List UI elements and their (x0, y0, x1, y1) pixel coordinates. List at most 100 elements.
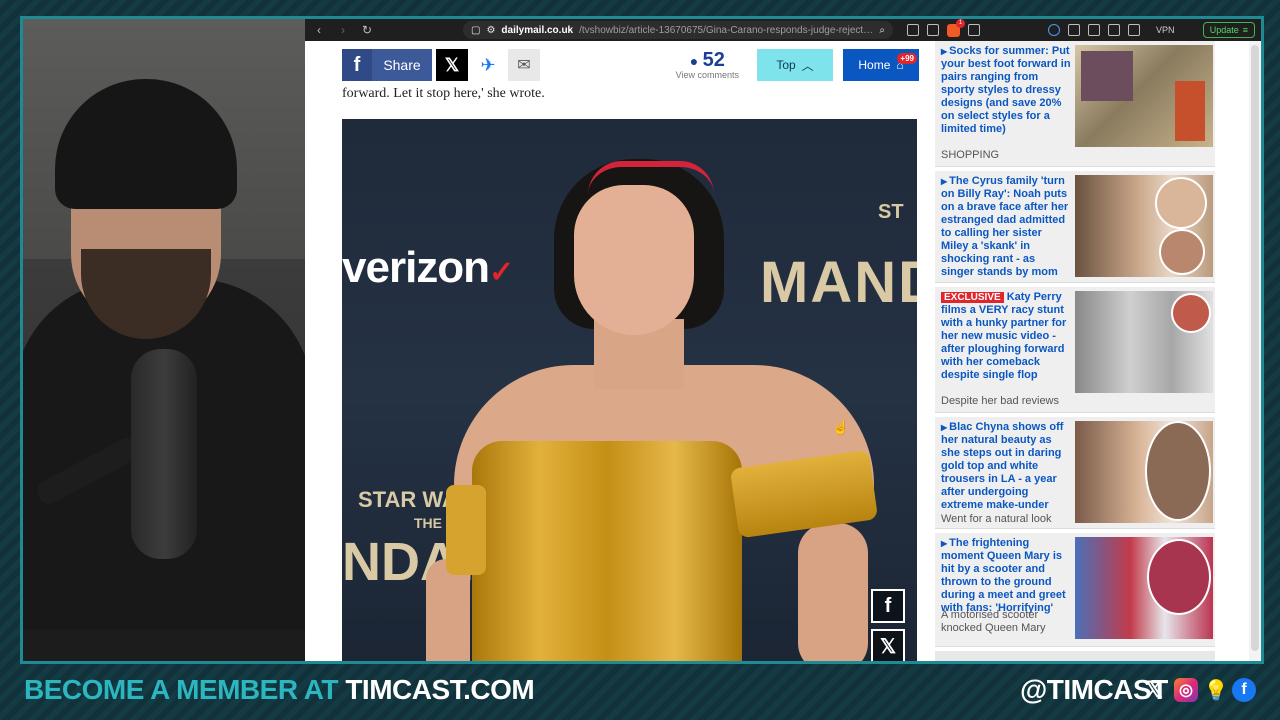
member-banner: BECOME A MEMBER AT TIMCAST.COM (24, 674, 535, 705)
update-button[interactable]: Update ≡ (1202, 22, 1255, 38)
webcam-feed (23, 19, 305, 661)
sidebar-item-title: Socks for summer: Put your best foot for… (941, 45, 1071, 135)
sidebar-item-title: Katy Perry films a VERY racy stunt with … (941, 291, 1067, 381)
sidebar-item-image[interactable] (1075, 291, 1213, 393)
sidebar-item[interactable]: EXCLUSIVE Katy Perry films a VERY racy st… (935, 287, 1215, 413)
profile-icon[interactable] (1048, 24, 1060, 36)
sidebar-item-image[interactable] (1075, 421, 1213, 523)
page-scrollbar[interactable] (1249, 41, 1261, 661)
top-button[interactable]: Top ︿ (757, 49, 833, 81)
sidebar-item-image[interactable] (1075, 45, 1213, 147)
lightbulb-icon: 💡 (1203, 679, 1229, 702)
address-bar[interactable]: ▢ ⚙ dailymail.co.uk/tvshowbiz/article-13… (463, 21, 893, 39)
sidebar-item-title: The frightening moment Queen Mary is hit… (941, 537, 1066, 614)
x-icon: 𝕏 (444, 54, 460, 75)
inset-photo (1159, 229, 1205, 275)
sidebar-item[interactable]: ▶ Blac Chyna shows off her natural beauty… (935, 417, 1215, 529)
subject-face (574, 185, 694, 335)
sidebar-item-title: The Cyrus family 'turn on Billy Ray': No… (941, 175, 1069, 278)
top-label: Top (776, 58, 796, 72)
home-button[interactable]: Home ⌂ +99 (843, 49, 919, 81)
backdrop-the-text: THE (414, 515, 442, 531)
sock-box (1175, 81, 1205, 141)
url-path: /tvshowbiz/article-13670675/Gina-Carano-… (579, 24, 873, 36)
article-text: forward. Let it stop here,' she wrote. (342, 86, 545, 101)
triangle-icon: ▶ (941, 423, 948, 432)
sidebar-item-subtitle: A motorised scooter knocked Queen Mary (941, 609, 1046, 634)
inset-photo (1145, 421, 1211, 521)
view-comments-link[interactable]: View comments (676, 71, 739, 80)
comment-bubble-icon: ● (689, 53, 699, 69)
update-label: Update (1209, 25, 1239, 35)
x-share-button[interactable]: 𝕏 (436, 49, 468, 81)
url-host: dailymail.co.uk (501, 24, 574, 36)
microphone (131, 349, 197, 559)
brave-badge: 1 (956, 19, 965, 28)
home-label: Home (858, 58, 891, 72)
sidebar-item-title: Blac Chyna shows off her natural beauty … (941, 421, 1064, 511)
sidebar-item-subtitle: Despite her bad reviews (941, 395, 1060, 407)
image-x-share[interactable]: 𝕏 (871, 629, 905, 661)
sidebar-item[interactable]: ▶ The Cyrus family 'turn on Billy Ray': N… (935, 171, 1215, 283)
facebook-icon: f (884, 594, 892, 617)
triangle-icon: ▶ (941, 539, 948, 548)
sidebar-item-image[interactable] (1075, 175, 1213, 277)
back-icon[interactable]: ‹ (311, 22, 327, 38)
share-bar: f Share 𝕏 ✈ ✉ ● 52 View comments Top ︿ H… (342, 49, 919, 81)
vpn-button[interactable]: VPN (1156, 25, 1175, 35)
zoom-icon[interactable]: ⌕ (879, 25, 885, 36)
reader-icon[interactable] (907, 24, 919, 36)
messenger-icon: ✈ (480, 54, 496, 75)
brave-shields-icon[interactable]: 1 (947, 19, 965, 37)
sidebar-item[interactable] (935, 651, 1215, 661)
messenger-share-button[interactable]: ✈ (472, 49, 504, 81)
backdrop-mando-text: MAND (760, 250, 917, 315)
share-page-icon[interactable] (927, 24, 939, 36)
sidebar-item-image[interactable] (1075, 537, 1213, 639)
instagram-icon: ◎ (1174, 678, 1198, 702)
sidebar-item-subtitle: Went for a natural look (941, 513, 1052, 525)
browser-window: ‹ › ↻ ▢ ⚙ dailymail.co.uk/tvshowbiz/arti… (305, 19, 1261, 661)
window-icon[interactable] (1128, 24, 1140, 36)
subject-arm-right (798, 523, 868, 661)
x-icon: 𝕏 (879, 635, 897, 658)
home-badge: +99 (897, 53, 917, 64)
sock-pack (1081, 51, 1133, 101)
member-site: TIMCAST.COM (345, 674, 535, 705)
scrollbar-thumb[interactable] (1251, 45, 1259, 651)
bookmark-icon[interactable]: ▢ (471, 25, 480, 36)
email-share-button[interactable]: ✉ (508, 49, 540, 81)
wallet-icon[interactable] (1108, 24, 1120, 36)
sidebar-item[interactable]: ▶ The frightening moment Queen Mary is hi… (935, 533, 1215, 647)
inset-photo (1147, 539, 1211, 615)
x-icon: 𝕏 (1145, 677, 1163, 702)
subject-gown (472, 441, 742, 661)
subject-headband (588, 161, 714, 195)
tabs-icon[interactable] (1088, 24, 1100, 36)
inset-photo (1155, 177, 1207, 229)
menu-icon: ≡ (1242, 25, 1248, 35)
web-page: f Share 𝕏 ✈ ✉ ● 52 View comments Top ︿ H… (305, 41, 1261, 661)
exclusive-badge: EXCLUSIVE (941, 292, 1004, 303)
desk-edge (23, 629, 305, 661)
sidebar-item[interactable]: ▶ Socks for summer: Put your best foot fo… (935, 41, 1215, 167)
facebook-share-button[interactable]: f Share (342, 49, 432, 81)
subject-sleeve-left (446, 485, 486, 575)
site-settings-icon[interactable]: ⚙ (486, 25, 495, 36)
stream-frame: ‹ › ↻ ▢ ⚙ dailymail.co.uk/tvshowbiz/arti… (20, 16, 1264, 664)
browser-toolbar: ‹ › ↻ ▢ ⚙ dailymail.co.uk/tvshowbiz/arti… (305, 19, 1261, 41)
inset-photo (1171, 293, 1211, 333)
chevron-up-icon: ︿ (801, 58, 814, 73)
comments-counter[interactable]: ● 52 View comments (676, 50, 739, 80)
forward-icon[interactable]: › (335, 22, 351, 38)
reload-icon[interactable]: ↻ (359, 22, 375, 38)
triangle-icon: ▶ (941, 177, 948, 186)
facebook-icon: f (342, 49, 372, 81)
extension-icon[interactable] (968, 24, 980, 36)
facebook-icon: f (1232, 678, 1256, 702)
verizon-logo: verizon✓ (342, 243, 514, 292)
sidebar-icon[interactable] (1068, 24, 1080, 36)
comment-count: 52 (702, 49, 725, 71)
backdrop-st-text: ST (878, 201, 904, 223)
image-facebook-share[interactable]: f (871, 589, 905, 623)
